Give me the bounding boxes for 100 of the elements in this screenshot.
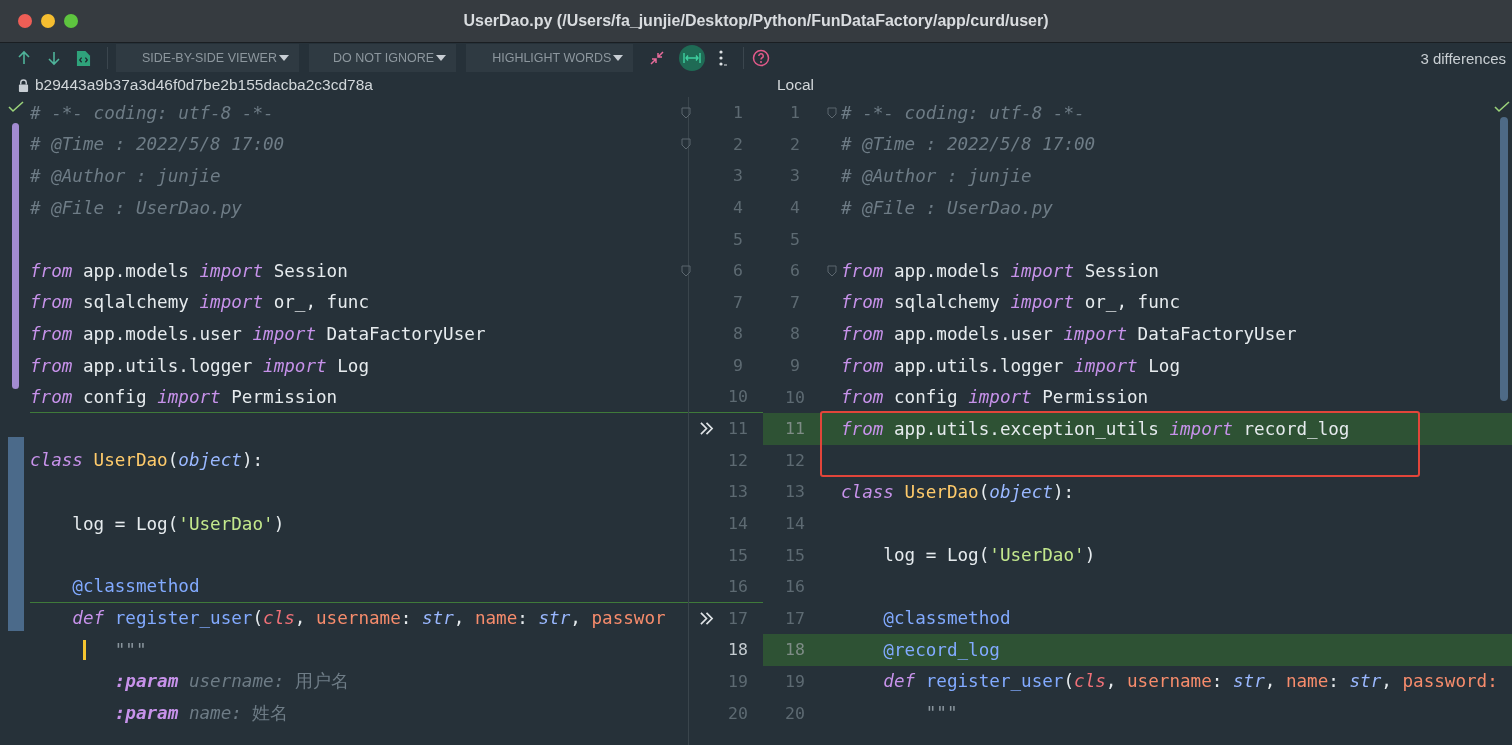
line-number: 7 xyxy=(732,292,744,312)
line-number: 17 xyxy=(727,608,749,628)
code-line: def register_user(cls, username: str, name: str, passwor xyxy=(71,607,666,630)
line-number: 3 xyxy=(789,166,801,186)
lock-icon xyxy=(18,78,29,92)
line-number: 13 xyxy=(727,482,749,502)
up-arrow-icon[interactable] xyxy=(16,50,32,66)
code-line: # -*- coding: utf-8 -*- xyxy=(841,101,1085,124)
line-number: 18 xyxy=(784,640,806,660)
line-number: 4 xyxy=(789,198,801,218)
line-number: 4 xyxy=(732,198,744,218)
line-number: 19 xyxy=(784,672,806,691)
code-line: from app.utils.logger import Log xyxy=(30,354,369,377)
code-line: # @File : UserDao.py xyxy=(841,196,1053,219)
line-number: 2 xyxy=(789,134,801,154)
file-code-icon[interactable] xyxy=(76,49,91,67)
code-line: # @Author : junjie xyxy=(841,165,1032,187)
line-number: 10 xyxy=(784,387,806,407)
code-line: from app.utils.logger import Log xyxy=(841,354,1180,377)
dropdown-button[interactable]: SIDE-BY-SIDE VIEWER xyxy=(116,44,299,72)
code-line: from app.models.user import DataFactoryUser xyxy=(841,322,1297,345)
line-number: 11 xyxy=(784,419,806,439)
sync-scroll-button[interactable] xyxy=(679,45,706,71)
line-number: 12 xyxy=(784,450,806,470)
line-number: 20 xyxy=(784,703,806,723)
line-number: 3 xyxy=(732,166,744,186)
close-button[interactable] xyxy=(18,14,32,28)
code-line: from sqlalchemy import or_, func xyxy=(841,291,1180,314)
code-line: # @Time : 2022/5/8 17:00 xyxy=(841,133,1096,156)
line-number: 11 xyxy=(727,419,749,439)
code-line: def register_user(cls, username: str, name: str, password: xyxy=(882,670,1498,693)
version-label: Local xyxy=(777,76,815,94)
line-number: 20 xyxy=(727,703,749,723)
code-line: class UserDao(object): xyxy=(841,480,1075,503)
line-number: 9 xyxy=(789,356,801,376)
apply-change-icon[interactable] xyxy=(698,422,714,436)
code-line: from config import Permission xyxy=(841,386,1149,409)
line-number: 15 xyxy=(784,545,806,565)
check-icon xyxy=(8,101,24,113)
code-line: # @File : UserDao.py xyxy=(30,196,242,219)
line-number: 2 xyxy=(732,134,744,154)
code-line: :param name: 姓名 xyxy=(113,702,289,725)
line-number: 1 xyxy=(789,103,801,123)
line-number: 17 xyxy=(784,608,806,628)
help-icon[interactable] xyxy=(752,49,771,67)
caret-icon xyxy=(613,55,624,61)
minimize-button[interactable] xyxy=(41,14,55,28)
collapse-icon[interactable] xyxy=(649,50,666,66)
code-line: """ xyxy=(113,638,147,661)
differences-count: 3 differences xyxy=(1420,49,1506,67)
window-title: UserDao.py (/Users/fa_junjie/Desktop/Python/FunDataFactory/app/curd/user) xyxy=(462,12,1050,30)
line-number: 5 xyxy=(732,229,744,249)
code-line: log = Log('UserDao') xyxy=(71,512,285,535)
check-icon xyxy=(1494,101,1510,113)
code-line: :param username: 用户名 xyxy=(113,670,349,693)
code-line: @classmethod xyxy=(71,575,200,598)
apply-change-icon[interactable] xyxy=(698,611,714,625)
code-line: from app.models import Session xyxy=(841,259,1159,282)
line-number: 14 xyxy=(727,514,749,533)
line-number: 9 xyxy=(732,356,744,376)
line-number: 12 xyxy=(727,450,749,470)
code-line: from sqlalchemy import or_, func xyxy=(30,291,369,314)
line-number: 16 xyxy=(784,577,806,597)
line-number: 6 xyxy=(789,261,801,281)
line-number: 7 xyxy=(789,292,801,312)
revision-hash: b29443a9b37a3d46f0d7be2b155dacba2c3cd78a xyxy=(35,76,373,94)
code-line: # @Time : 2022/5/8 17:00 xyxy=(30,133,285,156)
line-number: 19 xyxy=(727,672,749,691)
code-line: from config import Permission xyxy=(30,385,338,408)
fold-icon[interactable] xyxy=(681,264,691,277)
code-line: class UserDao(object): xyxy=(30,449,264,472)
code-line: @classmethod xyxy=(882,607,1011,630)
dropdown-button[interactable]: DO NOT IGNORE xyxy=(309,44,457,72)
code-line: # @Author : junjie xyxy=(30,165,221,187)
sync-scroll-icon xyxy=(683,52,702,64)
caret-icon xyxy=(279,55,289,61)
code-line: """ xyxy=(924,702,958,725)
fold-icon[interactable] xyxy=(681,138,691,151)
zoom-button[interactable] xyxy=(64,14,78,28)
line-number: 6 xyxy=(732,261,744,281)
code-line: # -*- coding: utf-8 -*- xyxy=(30,101,274,124)
code-line: from app.models.user import DataFactoryUser xyxy=(30,322,486,345)
fold-icon[interactable] xyxy=(827,106,837,119)
line-number: 13 xyxy=(784,482,806,502)
code-line: from app.utils.exception_utils import record_log xyxy=(841,417,1350,440)
fold-icon[interactable] xyxy=(827,264,837,277)
fold-icon[interactable] xyxy=(681,106,691,119)
dropdown-button[interactable]: HIGHLIGHT WORDS xyxy=(466,44,634,72)
line-number: 16 xyxy=(727,576,749,596)
line-number: 10 xyxy=(727,387,749,407)
down-arrow-icon[interactable] xyxy=(46,50,62,66)
line-number: 1 xyxy=(732,103,744,123)
scrollbar[interactable] xyxy=(1500,117,1508,401)
line-number: 18 xyxy=(727,640,749,660)
line-number: 8 xyxy=(789,324,801,344)
caret-icon xyxy=(436,55,447,61)
line-number: 8 xyxy=(732,324,744,344)
more-icon[interactable] xyxy=(717,49,728,67)
line-number: 15 xyxy=(727,545,749,565)
code-line: @record_log xyxy=(882,638,1000,661)
